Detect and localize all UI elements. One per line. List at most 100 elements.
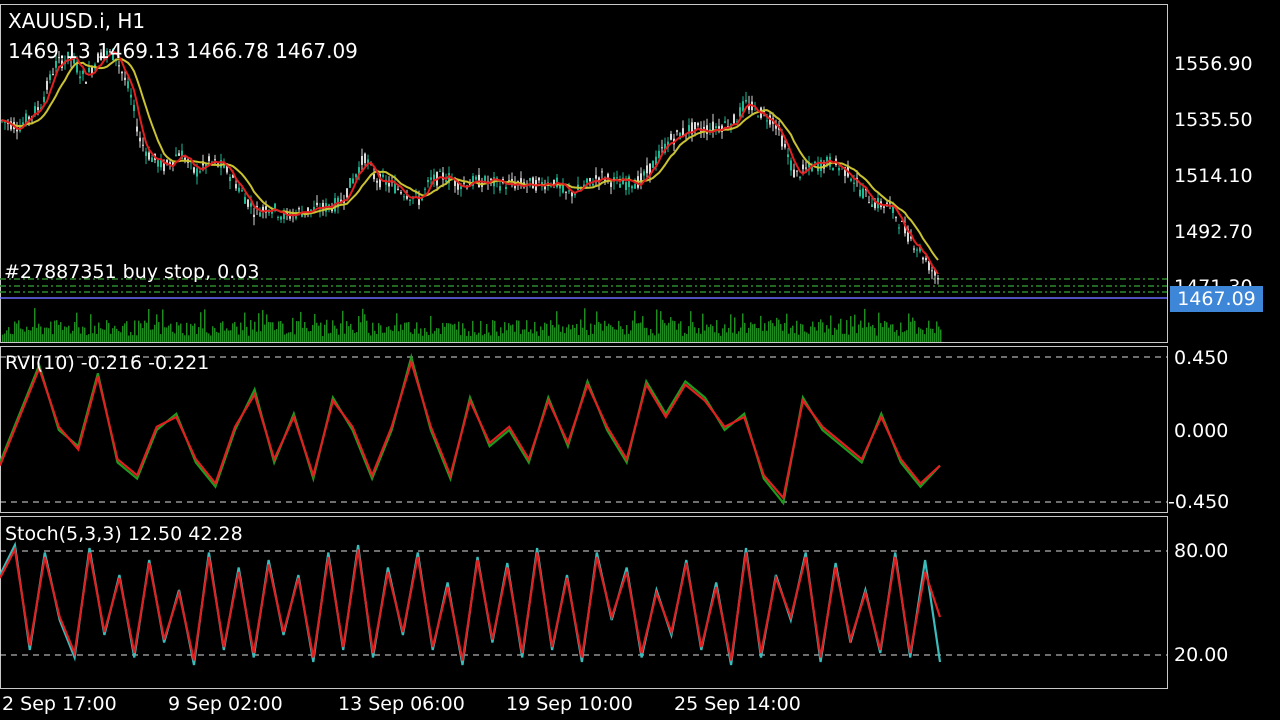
candle-body	[634, 184, 636, 189]
volume-bar	[206, 332, 208, 342]
volume-bar	[518, 320, 520, 342]
candle-body	[757, 116, 759, 118]
candle-body	[250, 203, 252, 207]
volume-bar	[582, 327, 584, 342]
candle-body	[832, 167, 834, 171]
volume-bar	[388, 326, 390, 342]
volume-bar	[390, 329, 392, 342]
candle-body	[628, 176, 630, 188]
volume-bar	[64, 326, 66, 342]
volume-bar	[542, 329, 544, 342]
volume-bar	[872, 324, 874, 342]
volume-bar	[842, 333, 844, 342]
volume-bar	[550, 320, 552, 342]
volume-bar	[224, 330, 226, 342]
volume-bar	[844, 333, 846, 342]
volume-bar	[4, 333, 6, 342]
volume-bar	[314, 313, 316, 342]
volume-bar	[448, 323, 450, 342]
volume-bar	[258, 313, 260, 342]
volume-bar	[686, 334, 688, 342]
volume-bar	[188, 335, 190, 342]
volume-bar	[722, 328, 724, 342]
volume-bar	[36, 327, 38, 342]
volume-bar	[738, 331, 740, 342]
volume-bar	[222, 321, 224, 342]
candle-body	[793, 169, 795, 178]
volume-bar	[902, 332, 904, 342]
candle-body	[178, 153, 180, 156]
volume-bar	[474, 332, 476, 342]
volume-bar	[784, 322, 786, 342]
candle-body	[937, 278, 939, 280]
volume-bar	[348, 326, 350, 342]
volume-bar	[190, 323, 192, 342]
volume-bar	[148, 309, 150, 342]
candle-body	[697, 123, 699, 126]
volume-bar	[320, 322, 322, 342]
volume-bar	[688, 326, 690, 342]
volume-bar	[650, 328, 652, 342]
volume-bar	[680, 321, 682, 342]
candle-body	[364, 153, 366, 164]
candle-body	[388, 182, 390, 187]
volume-bar	[140, 323, 142, 342]
volume-bar	[62, 329, 64, 342]
candle-body	[298, 208, 300, 210]
volume-bar	[794, 333, 796, 342]
volume-bar	[246, 326, 248, 342]
candle-body	[430, 177, 432, 180]
volume-bar	[860, 320, 862, 342]
volume-bar	[524, 329, 526, 342]
volume-bar	[84, 327, 86, 342]
volume-bar	[92, 333, 94, 342]
candle-body	[661, 147, 663, 149]
volume-bar	[52, 334, 54, 342]
volume-bar	[66, 327, 68, 342]
candle-body	[859, 189, 861, 197]
stoch-signal-line	[0, 546, 942, 661]
volume-bar	[146, 322, 148, 342]
candle-body	[229, 176, 231, 181]
volume-bar	[72, 330, 74, 342]
volume-bar	[172, 331, 174, 342]
volume-bar	[264, 324, 266, 342]
candle-body	[133, 104, 135, 112]
volume-bar	[284, 334, 286, 342]
volume-bar	[218, 332, 220, 342]
candle-body	[361, 155, 363, 165]
volume-bar	[804, 331, 806, 342]
volume-bar	[592, 333, 594, 342]
volume-bar	[642, 316, 644, 342]
level-lines	[0, 356, 1167, 656]
volume-bar	[492, 320, 494, 342]
candle-body	[652, 160, 654, 168]
volume-bar	[184, 335, 186, 342]
volume-bar	[618, 320, 620, 342]
volume-bar	[252, 329, 254, 342]
volume-bar	[608, 323, 610, 342]
volume-bar	[526, 320, 528, 342]
volume-bar	[914, 320, 916, 342]
volume-bar	[536, 331, 538, 342]
volume-bar	[138, 320, 140, 342]
volume-bar	[328, 333, 330, 342]
candle-body	[592, 183, 594, 186]
volume-bar	[598, 321, 600, 342]
volume-bar	[670, 317, 672, 342]
volume-bar	[376, 333, 378, 342]
volume-bar	[378, 323, 380, 342]
volume-bar	[806, 332, 808, 342]
volume-bar	[820, 319, 822, 342]
volume-bar	[340, 323, 342, 342]
volume-bar	[384, 332, 386, 342]
order-label[interactable]: #27887351 buy stop, 0.03	[4, 261, 259, 283]
volume-bar	[854, 314, 856, 342]
volume-bar	[292, 317, 294, 342]
volume-bar	[30, 330, 32, 342]
volume-bar	[480, 320, 482, 342]
candle-body	[136, 126, 138, 132]
candle-body	[397, 188, 399, 190]
volume-bar	[10, 333, 12, 342]
volume-bar	[198, 327, 200, 342]
